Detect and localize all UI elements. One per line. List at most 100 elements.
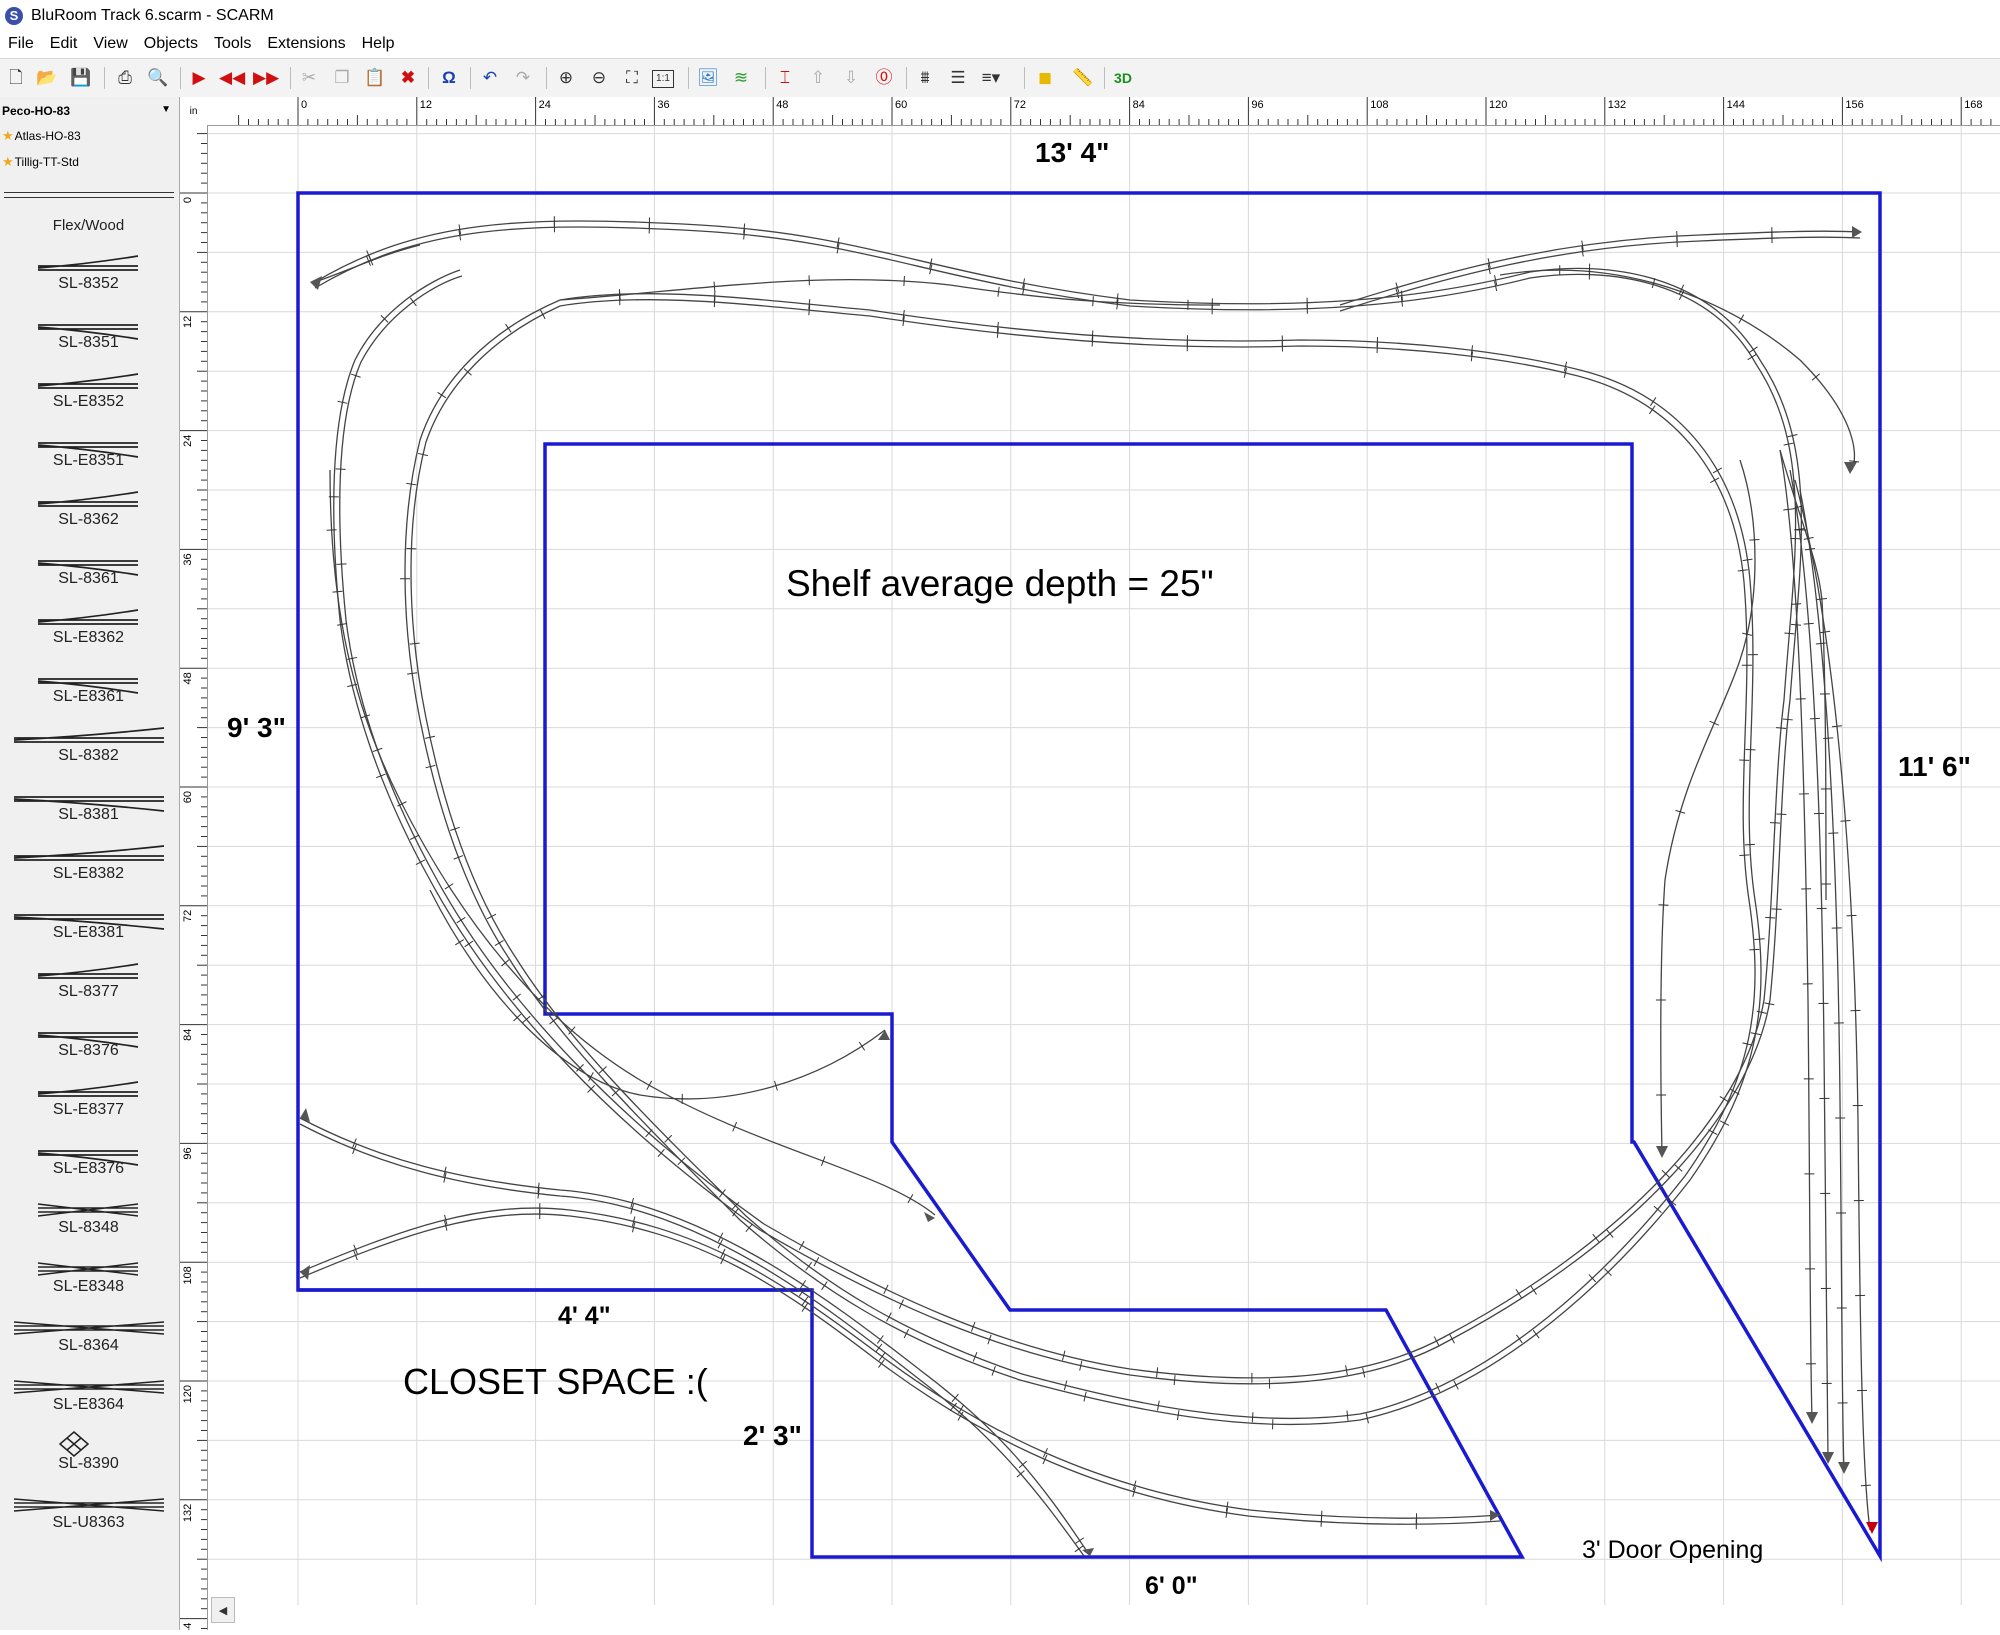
track-item-sl-e8351[interactable]: SL-E8351 — [0, 417, 177, 476]
play-icon[interactable]: ▶ — [186, 66, 212, 90]
menu-tools[interactable]: Tools — [206, 35, 259, 53]
ruler-tick-label: 24 — [539, 99, 551, 111]
menu-extensions[interactable]: Extensions — [259, 35, 353, 53]
favorite-library-atlas[interactable]: ★ Atlas-HO-83 — [2, 128, 81, 144]
track-joint-marker — [1650, 397, 1656, 405]
vertical-ruler: 01224364860728496108120132144 — [180, 125, 208, 1630]
track-item-sl-8362[interactable]: SL-8362 — [0, 476, 177, 535]
track-item-sl-e8361[interactable]: SL-E8361 — [0, 653, 177, 712]
menu-bar: File Edit View Objects Tools Extensions … — [0, 31, 2000, 57]
save-icon[interactable]: 💾 — [68, 66, 94, 90]
layers-icon[interactable]: ≋ — [728, 66, 754, 90]
ruler-tick-label: 144 — [182, 1623, 194, 1630]
delete-icon[interactable]: ✖ — [395, 66, 421, 90]
track-item-sl-e8376[interactable]: SL-E8376 — [0, 1125, 177, 1184]
track-left-bottom-spur-rail — [300, 1124, 1084, 1556]
measure-tape-icon[interactable]: 📏 — [1070, 66, 1096, 90]
menu-objects[interactable]: Objects — [136, 35, 206, 53]
favorite-library-tillig[interactable]: ★ Tillig-TT-Std — [2, 154, 79, 170]
main-toolbar: 🗋 📂 💾 ⎙ 🔍 ▶ ◀◀ ▶▶ ✂ ❐ 📋 ✖ Ω ↶ ↷ ⊕ ⊖ ⛶ 1:… — [0, 58, 2000, 98]
track-item-label: SL-E8377 — [0, 1101, 177, 1119]
panel-divider — [4, 197, 174, 198]
ruler-tick-label: 120 — [182, 1385, 194, 1403]
view-3d-icon[interactable]: 3D — [1110, 66, 1136, 90]
track-item-sl-8361[interactable]: SL-8361 — [0, 535, 177, 594]
step-back-icon[interactable]: ◀◀ — [219, 66, 245, 90]
track-end-arrow — [1806, 1412, 1818, 1424]
track-item-label: SL-E8351 — [0, 452, 177, 470]
track-item-sl-8382[interactable]: SL-8382 — [0, 712, 177, 771]
track-item-sl-8377[interactable]: SL-8377 — [0, 948, 177, 1007]
redo-icon[interactable]: ↷ — [510, 66, 536, 90]
bridge-icon[interactable]: ⩩ — [912, 66, 938, 90]
connect-icon[interactable]: Ω — [436, 66, 462, 90]
print-preview-icon[interactable]: 🔍 — [145, 66, 171, 90]
library-select[interactable]: Peco-HO-83 ▼ — [0, 100, 177, 122]
track-yard-4 — [1795, 480, 1870, 1530]
ruler-tick-label: 96 — [1251, 99, 1263, 111]
ruler-tick-label: 48 — [776, 99, 788, 111]
copy-icon[interactable]: ❐ — [329, 66, 355, 90]
background-image-icon[interactable]: 🖼 — [695, 66, 721, 90]
track-item-sl-8376[interactable]: SL-8376 — [0, 1007, 177, 1066]
zoom-in-icon[interactable]: ⊕ — [553, 66, 579, 90]
track-item-sl-8390[interactable]: SL-8390 — [0, 1420, 177, 1479]
track-item-sl-e8381[interactable]: SL-E8381 — [0, 889, 177, 948]
open-folder-icon[interactable]: 📂 — [34, 66, 60, 90]
track-item-sl-e8377[interactable]: SL-E8377 — [0, 1066, 177, 1125]
elevation-down-icon[interactable]: ⇩ — [838, 66, 864, 90]
layout-canvas[interactable]: 13' 4" 9' 3" 11' 6" Shelf average depth … — [208, 126, 2000, 1605]
track-joint-marker — [455, 940, 463, 945]
scroll-left-button[interactable]: ◀ — [211, 1597, 235, 1623]
track-item-label: SL-E8362 — [0, 629, 177, 647]
track-joint-marker — [1783, 719, 1793, 720]
track-joint-marker — [513, 994, 521, 1000]
track-item-label: SL-E8381 — [0, 924, 177, 942]
track-item-sl-u8363[interactable]: SL-U8363 — [0, 1479, 177, 1538]
track-item-sl-e8352[interactable]: SL-E8352 — [0, 358, 177, 417]
track-item-sl-e8348[interactable]: SL-E8348 — [0, 1243, 177, 1302]
undo-icon[interactable]: ↶ — [477, 66, 503, 90]
track-joint-marker — [410, 298, 416, 306]
track-joint-marker — [879, 1353, 885, 1361]
zoom-1to1-icon[interactable]: 1:1 — [652, 70, 674, 88]
track-menu-icon[interactable]: ≡▾ — [978, 66, 1004, 90]
paste-icon[interactable]: 📋 — [362, 66, 388, 90]
ruler-unit: in — [180, 97, 207, 125]
track-item-sl-8364[interactable]: SL-8364 — [0, 1302, 177, 1361]
print-icon[interactable]: ⎙ — [112, 66, 138, 90]
track-joint-marker — [1791, 624, 1801, 625]
object-cube-icon[interactable]: ◼ — [1032, 66, 1058, 90]
track-end-arrow — [310, 276, 322, 290]
track-item-sl-8352[interactable]: SL-8352 — [0, 240, 177, 299]
toolbar-separator — [688, 67, 689, 89]
height-marker-icon[interactable]: ⌶ — [772, 66, 798, 90]
track-joint-marker — [876, 1344, 882, 1352]
track-joint-marker — [1713, 468, 1722, 473]
new-file-icon[interactable]: 🗋 — [3, 66, 29, 90]
track-item-sl-e8382[interactable]: SL-E8382 — [0, 830, 177, 889]
favorite-library-label: Atlas-HO-83 — [15, 129, 81, 143]
toolbar-separator — [104, 67, 105, 89]
menu-edit[interactable]: Edit — [42, 35, 86, 53]
track-item-sl-8381[interactable]: SL-8381 — [0, 771, 177, 830]
cut-icon[interactable]: ✂ — [296, 66, 322, 90]
track-joint-marker — [1849, 461, 1859, 462]
horizontal-ruler-scale: 01224364860728496108120132144156168 — [180, 97, 2000, 125]
zoom-fit-icon[interactable]: ⛶ — [619, 66, 645, 90]
track-item-sl-8351[interactable]: SL-8351 — [0, 299, 177, 358]
elevation-up-icon[interactable]: ⇧ — [805, 66, 831, 90]
zoom-out-icon[interactable]: ⊖ — [586, 66, 612, 90]
track-item-sl-e8362[interactable]: SL-E8362 — [0, 594, 177, 653]
menu-help[interactable]: Help — [354, 35, 403, 53]
track-item-sl-8348[interactable]: SL-8348 — [0, 1184, 177, 1243]
ruler-tick-label: 168 — [1964, 99, 1982, 111]
fast-forward-icon[interactable]: ▶▶ — [253, 66, 279, 90]
elevation-zero-icon[interactable]: ⓪ — [871, 66, 897, 90]
ruler-tick-label: 0 — [301, 99, 307, 111]
track-item-label: SL-E8348 — [0, 1278, 177, 1296]
flex-track-icon[interactable]: ☰ — [945, 66, 971, 90]
track-item-sl-e8364[interactable]: SL-E8364 — [0, 1361, 177, 1420]
menu-view[interactable]: View — [85, 35, 135, 53]
menu-file[interactable]: File — [0, 35, 42, 53]
